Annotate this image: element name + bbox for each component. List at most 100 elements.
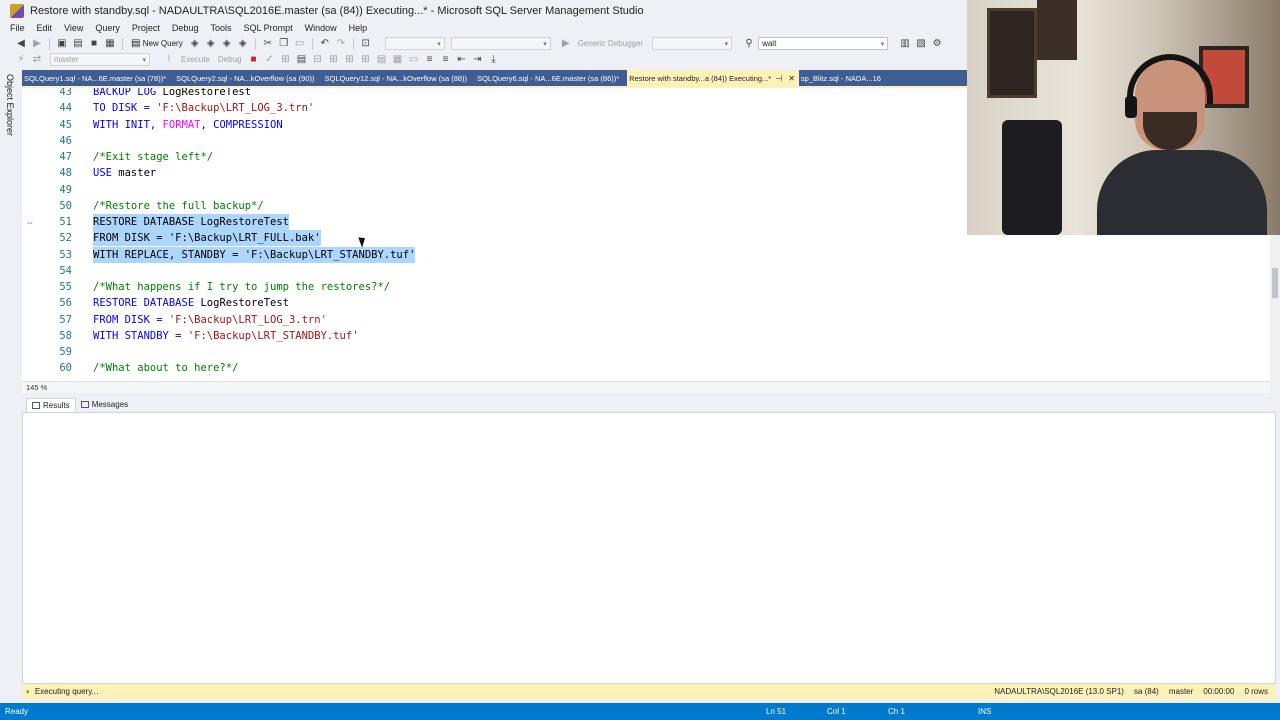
executing-spinner-icon: ◐: [26, 687, 31, 696]
dmx-query-icon[interactable]: ◈: [204, 37, 218, 51]
paste-icon[interactable]: ▭: [293, 37, 307, 51]
results-grid-icon[interactable]: ▦: [390, 53, 404, 67]
code-line[interactable]: 55 /*What happens if I try to jump the re…: [22, 279, 1262, 295]
parse-icon[interactable]: ✓: [262, 53, 276, 67]
execute-icon[interactable]: !: [162, 53, 176, 67]
object-explorer-rail[interactable]: Object Explorer: [0, 68, 22, 686]
results-text-icon[interactable]: ▤: [374, 53, 388, 67]
menu-item-query[interactable]: Query: [89, 23, 126, 33]
solution-platform-dropdown[interactable]: ▾: [450, 37, 551, 50]
save-icon[interactable]: ■: [87, 37, 101, 51]
code-token: LogRestoreTest: [194, 297, 289, 310]
properties-icon[interactable]: ▥: [898, 37, 912, 51]
close-tab-icon[interactable]: ✕: [788, 74, 795, 83]
results-file-icon[interactable]: ▭: [406, 53, 420, 67]
status-insert-mode: INS: [978, 707, 992, 716]
menu-item-tools[interactable]: Tools: [204, 23, 237, 33]
document-tab[interactable]: SQLQuery12.sql - NA...kOverflow (sa (88)…: [323, 70, 476, 86]
forward-icon[interactable]: ▶: [30, 37, 44, 51]
document-tab[interactable]: Restore with standby...a (84)) Executing…: [627, 70, 799, 86]
document-tab-label: SQLQuery12.sql - NA...kOverflow (sa (88)…: [324, 73, 468, 83]
results-tab-label: Results: [43, 400, 70, 410]
results-tab-messages[interactable]: Messages: [76, 398, 133, 412]
code-token: WITH REPLACE, STANDBY = 'F:\Backup\LRT_S…: [93, 248, 416, 261]
undo-icon[interactable]: ↶: [318, 37, 332, 51]
code-line[interactable]: 58 WITH STANDBY = 'F:\Backup\LRT_STANDBY.…: [22, 328, 1262, 344]
increase-indent-icon[interactable]: ⇥: [470, 53, 484, 67]
code-line[interactable]: 56 RESTORE DATABASE LogRestoreTest: [22, 295, 1262, 311]
connect-icon[interactable]: ⚡: [14, 53, 28, 67]
window-title: Restore with standby.sql - NADAULTRA\SQL…: [30, 5, 644, 17]
new-query-button[interactable]: ▤ New Query: [128, 37, 186, 51]
document-tab[interactable]: SQLQuery6.sql - NA...6E.master (sa (86))…: [475, 70, 627, 86]
code-line[interactable]: 53 WITH REPLACE, STANDBY = 'F:\Backup\LRT…: [22, 246, 1262, 263]
execute-button[interactable]: Execute: [178, 53, 213, 67]
save-all-icon[interactable]: ▦: [103, 37, 117, 51]
code-line[interactable]: 54: [22, 263, 1262, 279]
code-line[interactable]: 60 /*What about to here?*/: [22, 360, 1262, 376]
code-line[interactable]: 59: [22, 344, 1262, 360]
document-tab[interactable]: sp_Blitz.sql - NADA...16: [799, 70, 889, 86]
new-project-icon[interactable]: ▣: [55, 37, 69, 51]
uncomment-icon[interactable]: ≡: [438, 53, 452, 67]
code-text: TO DISK = 'F:\Backup\LRT_LOG_3.trn': [93, 100, 314, 116]
scrollbar-thumb[interactable]: [1272, 268, 1278, 298]
cut-icon[interactable]: ✂: [261, 37, 275, 51]
comment-icon[interactable]: ≡: [422, 53, 436, 67]
generic-debugger-label[interactable]: Generic Debugger: [575, 37, 646, 51]
back-icon[interactable]: ◀: [14, 37, 28, 51]
query-status-message: Executing query...: [34, 687, 99, 696]
toolbox-icon[interactable]: ▧: [914, 37, 928, 51]
decrease-indent-icon[interactable]: ⇤: [454, 53, 468, 67]
menu-item-view[interactable]: View: [58, 23, 89, 33]
display-plan-icon[interactable]: ⊞: [278, 53, 292, 67]
debugger-target-dropdown[interactable]: ▾: [652, 37, 733, 50]
solution-configuration-dropdown[interactable]: ▾: [384, 37, 445, 50]
copy-icon[interactable]: ❐: [277, 37, 291, 51]
find-in-files-icon[interactable]: ⚲: [742, 37, 756, 51]
include-plan-icon[interactable]: ⊞: [326, 53, 340, 67]
find-combo[interactable]: wait ▾: [758, 37, 889, 50]
pin-tab-icon[interactable]: ⊣: [775, 74, 782, 83]
dax-query-icon[interactable]: ◈: [236, 37, 250, 51]
document-tab[interactable]: SQLQuery2.sql - NA...kOverflow (sa (90)): [174, 70, 322, 86]
intellisense-icon[interactable]: ⊟: [310, 53, 324, 67]
cancel-query-icon[interactable]: ■: [246, 53, 260, 67]
available-databases-dropdown[interactable]: master ▾: [50, 53, 150, 66]
redo-icon[interactable]: ↷: [334, 37, 348, 51]
menu-item-window[interactable]: Window: [299, 23, 343, 33]
open-file-icon[interactable]: ▤: [71, 37, 85, 51]
xmla-query-icon[interactable]: ◈: [220, 37, 234, 51]
solution-config-icon[interactable]: ⊡: [359, 37, 373, 51]
code-line[interactable]: 57 FROM DISK = 'F:\Backup\LRT_LOG_3.trn': [22, 312, 1262, 328]
debug-button[interactable]: Debug: [215, 53, 245, 67]
menu-item-help[interactable]: Help: [343, 23, 374, 33]
menu-item-sql-prompt[interactable]: SQL Prompt: [237, 23, 298, 33]
line-number: 55: [59, 281, 72, 293]
code-token: LogRestoreTest: [156, 88, 252, 98]
code-token: , COMPRESSION: [200, 118, 283, 131]
presenter-body: [1097, 150, 1267, 235]
code-text: FROM DISK = 'F:\Backup\LRT_LOG_3.trn': [93, 312, 327, 328]
results-tab-results[interactable]: Results: [26, 397, 76, 412]
wrench-icon[interactable]: ⚙: [930, 37, 944, 51]
menu-item-debug[interactable]: Debug: [166, 23, 205, 33]
change-connection-icon[interactable]: ⇄: [30, 53, 44, 67]
code-token: 'F:\Backup\LRT_LOG_3.trn': [156, 102, 315, 115]
menu-item-project[interactable]: Project: [126, 23, 166, 33]
specify-values-icon[interactable]: ⤓: [486, 53, 500, 67]
menu-item-edit[interactable]: Edit: [31, 23, 59, 33]
client-stats-icon[interactable]: ⊞: [358, 53, 372, 67]
query-options-icon[interactable]: ▤: [294, 53, 308, 67]
live-stats-icon[interactable]: ⊞: [342, 53, 356, 67]
results-tabs: Results Messages: [22, 397, 1280, 412]
menu-item-file[interactable]: File: [4, 23, 31, 33]
document-tab[interactable]: SQLQuery1.sql - NA...6E.master (sa (78))…: [22, 70, 174, 86]
object-explorer-label[interactable]: Object Explorer: [5, 74, 15, 136]
zoom-level[interactable]: 145 %: [22, 383, 62, 392]
ssms-app-icon: [10, 4, 24, 18]
code-text: WITH INIT, FORMAT, COMPRESSION: [93, 117, 283, 133]
mdx-query-icon[interactable]: ◈: [188, 37, 202, 51]
wall-picture-frame: [987, 8, 1037, 98]
start-debugger-icon[interactable]: ▶: [559, 37, 573, 51]
